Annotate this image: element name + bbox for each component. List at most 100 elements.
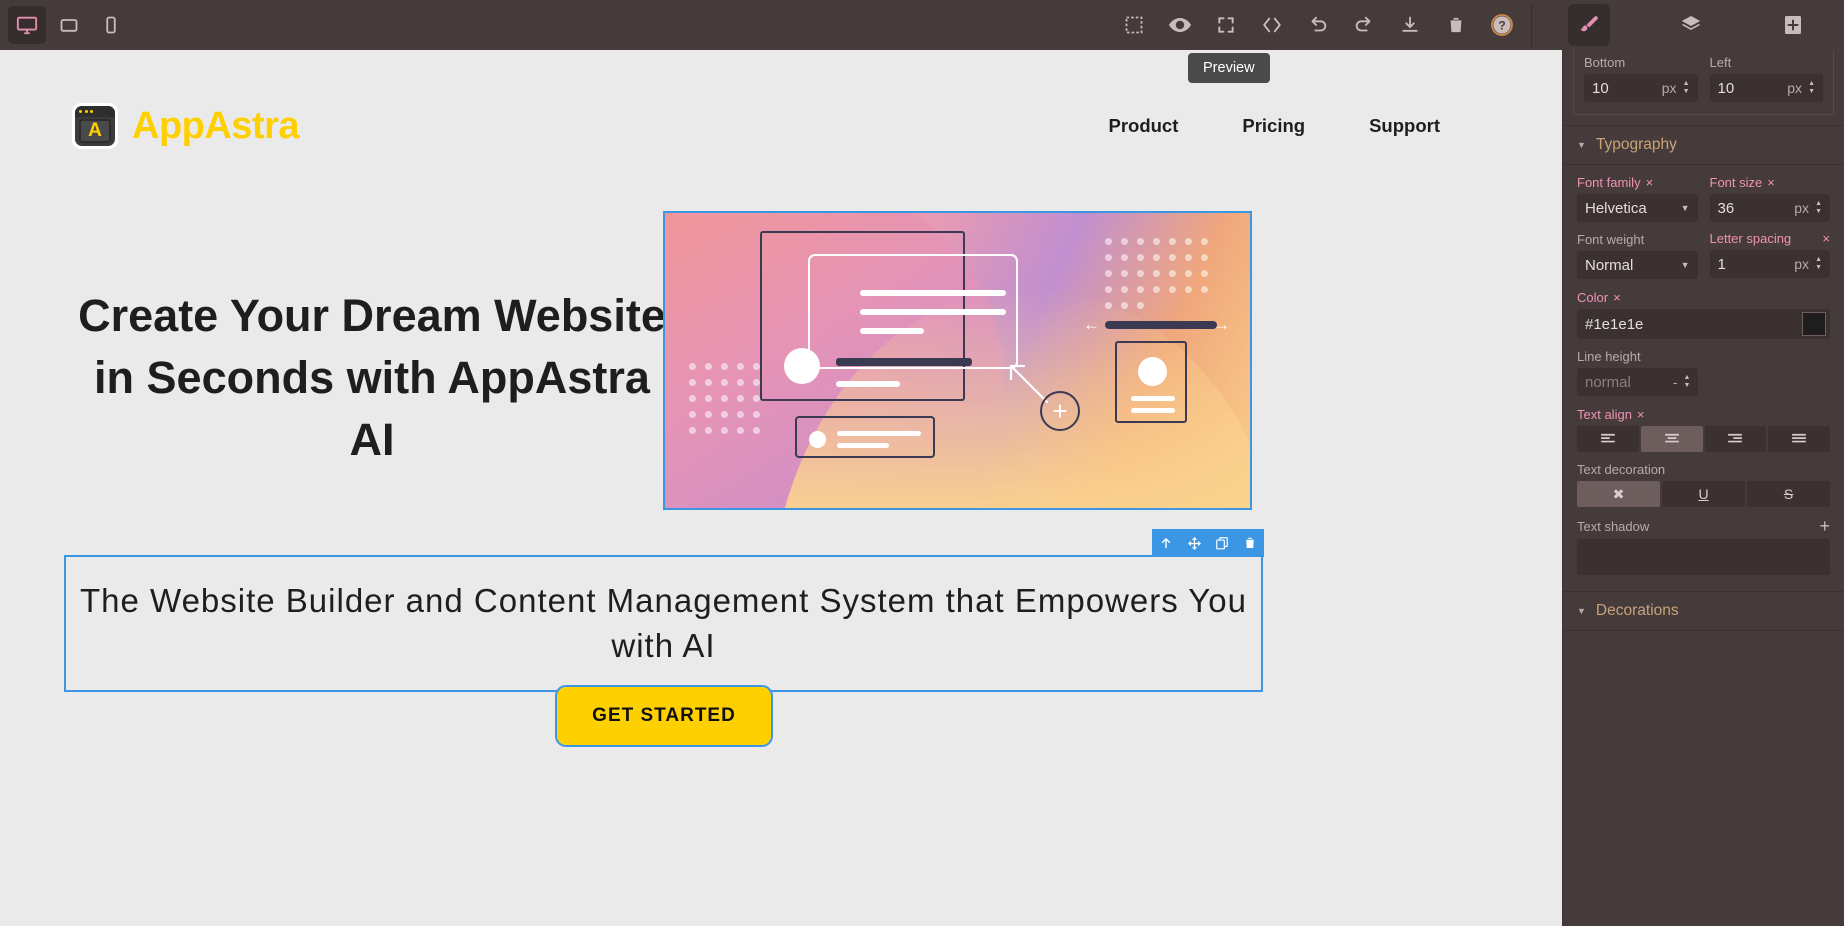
trash-icon	[1450, 17, 1462, 33]
line-height-field: Line height normal - ▲ ▼	[1577, 349, 1699, 396]
nav-link-pricing[interactable]: Pricing	[1242, 115, 1305, 137]
font-size-stepper[interactable]: ▲ ▼	[1815, 200, 1822, 215]
preview-button[interactable]	[1163, 8, 1197, 42]
align-justify-icon	[1792, 433, 1806, 443]
color-field: Color × #1e1e1e	[1577, 289, 1830, 339]
text-align-label: Text align ×	[1577, 407, 1645, 422]
color-value: #1e1e1e	[1585, 315, 1644, 333]
font-weight-label: Font weight	[1577, 232, 1645, 247]
device-desktop-button[interactable]	[8, 6, 46, 44]
device-switcher	[0, 6, 130, 44]
logo[interactable]: A AppAstra	[72, 103, 300, 149]
layer-manager-button[interactable]	[1670, 4, 1712, 46]
move-icon	[1187, 536, 1201, 550]
select-parent-button[interactable]	[1152, 529, 1180, 557]
toggle-borders-button[interactable]	[1117, 8, 1151, 42]
clear-canvas-button[interactable]	[1439, 8, 1473, 42]
chevron-down-icon: ▼	[1680, 203, 1690, 213]
hero-subheading[interactable]: The Website Builder and Content Manageme…	[64, 554, 1263, 693]
eye-icon	[1169, 18, 1191, 32]
font-weight-select[interactable]: Normal ▼	[1577, 251, 1698, 279]
font-size-clear-icon[interactable]: ×	[1767, 176, 1775, 189]
font-size-field: Font size × 36 px ▲ ▼	[1709, 175, 1831, 222]
decorations-section-title: Decorations	[1595, 602, 1679, 619]
device-mobile-button[interactable]	[92, 6, 130, 44]
font-family-clear-icon[interactable]: ×	[1646, 176, 1654, 189]
padding-left-value: 10	[1717, 79, 1735, 97]
padding-left-input[interactable]: 10 px ▲ ▼	[1709, 74, 1823, 102]
typography-section-title: Typography	[1595, 136, 1677, 153]
padding-bottom-input[interactable]: 10 px ▲ ▼	[1584, 74, 1698, 102]
text-decoration-underline-button[interactable]: U	[1662, 481, 1745, 507]
color-input[interactable]: #1e1e1e	[1577, 309, 1830, 339]
text-align-field: Text align ×	[1577, 406, 1830, 452]
panel-switcher	[1538, 4, 1844, 46]
preview-tooltip: Preview	[1188, 53, 1270, 83]
font-size-label: Font size ×	[1710, 175, 1831, 190]
font-family-field: Font family × Helvetica ▼	[1577, 175, 1698, 222]
padding-bottom-stepper[interactable]: ▲ ▼	[1683, 80, 1690, 95]
line-height-value: normal	[1585, 373, 1631, 391]
letter-spacing-value: 1	[1717, 255, 1726, 273]
device-tablet-button[interactable]	[50, 6, 88, 44]
import-button[interactable]	[1393, 8, 1427, 42]
text-align-left-button[interactable]	[1577, 426, 1639, 452]
text-shadow-label-row: Text shadow +	[1577, 517, 1830, 535]
padding-left-unit: px	[1787, 80, 1803, 96]
hero-image[interactable]: ← → +	[663, 211, 1252, 510]
get-started-button[interactable]: GET STARTED	[555, 685, 773, 747]
add-text-shadow-button[interactable]: +	[1819, 517, 1830, 535]
line-height-stepper[interactable]: ▲ ▼	[1684, 374, 1691, 389]
open-blocks-button[interactable]	[1772, 4, 1814, 46]
canvas-area: A AppAstra Product Pricing Support Creat…	[0, 50, 1562, 926]
letter-spacing-stepper[interactable]: ▲ ▼	[1815, 256, 1822, 271]
style-manager-panel: Bottom 10 px ▲ ▼ Left 10 px ▲ ▼ ▼ Typogr…	[1562, 50, 1844, 926]
fullscreen-button[interactable]	[1209, 8, 1243, 42]
nav-link-product[interactable]: Product	[1108, 115, 1178, 137]
text-align-center-button[interactable]	[1640, 426, 1703, 452]
nav-link-support[interactable]: Support	[1369, 115, 1440, 137]
font-size-label-text: Font size	[1709, 175, 1763, 190]
color-clear-icon[interactable]: ×	[1613, 291, 1621, 304]
strikethrough-glyph: S	[1783, 486, 1794, 502]
wireframe-card-small	[795, 416, 935, 458]
paintbrush-icon	[1580, 16, 1598, 32]
font-size-value: 36	[1717, 199, 1735, 217]
text-align-clear-icon[interactable]: ×	[1637, 408, 1645, 421]
letter-spacing-label: Letter spacing ×	[1710, 231, 1831, 246]
line-height-input[interactable]: normal - ▲ ▼	[1577, 368, 1699, 396]
font-family-select[interactable]: Helvetica ▼	[1577, 194, 1698, 222]
delete-element-button[interactable]	[1236, 529, 1264, 557]
code-icon	[1263, 17, 1281, 33]
decorations-section-header[interactable]: ▼ Decorations	[1563, 591, 1844, 631]
copy-element-button[interactable]	[1208, 529, 1236, 557]
font-size-input[interactable]: 36 px ▲ ▼	[1709, 194, 1830, 222]
app-root: ? Preview A AppAstra Product Pricing Sup…	[0, 0, 1844, 926]
text-align-right-button[interactable]	[1704, 426, 1767, 452]
text-decoration-none-button[interactable]: ✖	[1577, 481, 1660, 507]
page-canvas[interactable]: A AppAstra Product Pricing Support Creat…	[0, 50, 1562, 926]
help-button[interactable]: ?	[1485, 8, 1519, 42]
hero-headline[interactable]: Create Your Dream Website in Seconds wit…	[72, 285, 672, 471]
view-code-button[interactable]	[1255, 8, 1289, 42]
redo-button[interactable]	[1347, 8, 1381, 42]
style-manager-button[interactable]	[1568, 4, 1610, 46]
fullscreen-icon	[1218, 17, 1234, 33]
color-swatch[interactable]	[1802, 312, 1826, 336]
typography-section-body: Font family × Helvetica ▼ Font size × 36…	[1563, 165, 1844, 591]
letter-spacing-clear-icon[interactable]: ×	[1822, 232, 1830, 245]
dot-grid-right	[1105, 238, 1208, 309]
undo-button[interactable]	[1301, 8, 1335, 42]
letter-spacing-input[interactable]: 1 px ▲ ▼	[1709, 250, 1830, 279]
padding-bottom-value: 10	[1592, 79, 1609, 97]
text-decoration-linethrough-button[interactable]: S	[1747, 481, 1830, 507]
typography-section-header[interactable]: ▼ Typography	[1563, 125, 1844, 165]
text-align-justify-button[interactable]	[1768, 426, 1830, 452]
move-element-button[interactable]	[1180, 529, 1208, 557]
text-shadow-list[interactable]	[1577, 539, 1830, 575]
padding-left-stepper[interactable]: ▲ ▼	[1808, 80, 1815, 95]
logo-wordmark: AppAstra	[132, 104, 300, 147]
site-header[interactable]: A AppAstra Product Pricing Support	[0, 50, 1562, 202]
arrow-up-icon	[1161, 538, 1171, 549]
text-align-label-text: Text align	[1577, 407, 1632, 422]
